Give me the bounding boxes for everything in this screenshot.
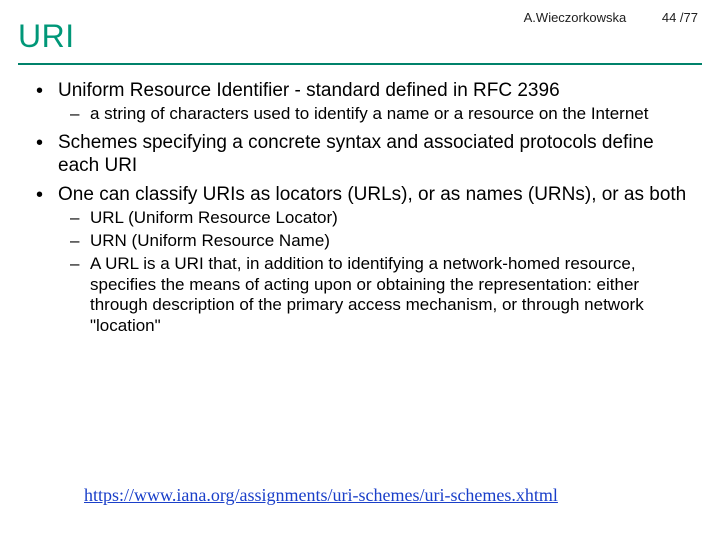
- bullet-list: Uniform Resource Identifier - standard d…: [24, 79, 696, 337]
- sub-list-item: A URL is a URI that, in addition to iden…: [90, 254, 696, 337]
- author-name: A.Wieczorkowska: [524, 10, 627, 25]
- sub-list-item: URL (Uniform Resource Locator): [90, 208, 696, 229]
- sub-list: URL (Uniform Resource Locator) URN (Unif…: [58, 208, 696, 336]
- slide-content: Uniform Resource Identifier - standard d…: [0, 79, 720, 337]
- list-item-text: Uniform Resource Identifier - standard d…: [58, 80, 560, 101]
- reference-link[interactable]: https://www.iana.org/assignments/uri-sch…: [84, 485, 558, 506]
- page-number: 44 /77: [662, 10, 698, 25]
- list-item: One can classify URIs as locators (URLs)…: [54, 183, 696, 337]
- sub-list-item: URN (Uniform Resource Name): [90, 231, 696, 252]
- list-item-text: Schemes specifying a concrete syntax and…: [58, 132, 654, 176]
- sub-list-item: a string of characters used to identify …: [90, 104, 696, 125]
- sub-list: a string of characters used to identify …: [58, 104, 696, 125]
- list-item: Schemes specifying a concrete syntax and…: [54, 131, 696, 177]
- list-item-text: One can classify URIs as locators (URLs)…: [58, 184, 686, 205]
- slide-meta: A.Wieczorkowska 44 /77: [524, 10, 698, 25]
- title-rule: [18, 63, 702, 65]
- list-item: Uniform Resource Identifier - standard d…: [54, 79, 696, 125]
